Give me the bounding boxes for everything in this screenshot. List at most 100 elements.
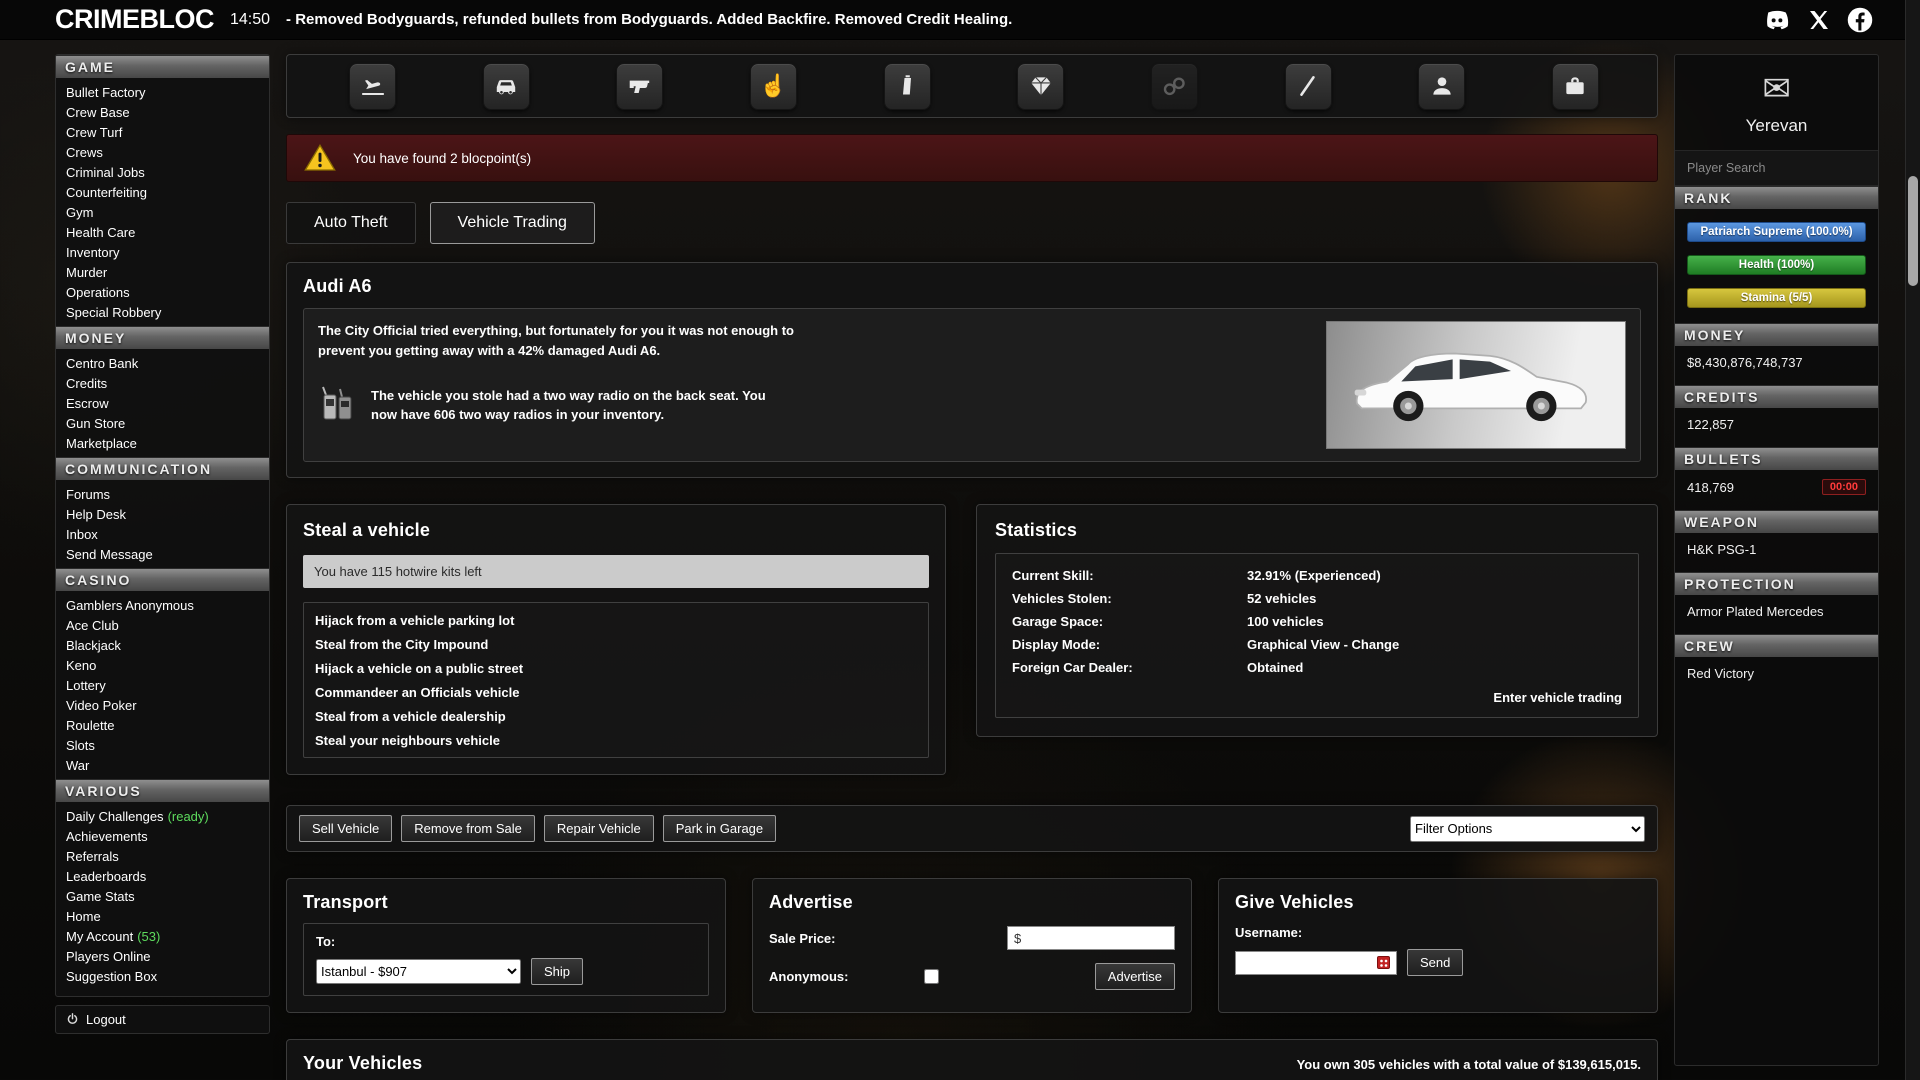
hand-glyph: ☝ (760, 73, 787, 99)
steal-option-link[interactable]: Steal your neighbours vehicle (304, 728, 928, 752)
sidebar-item[interactable]: Lottery (56, 675, 269, 695)
steal-option-link[interactable]: Hijack from a vehicle parking lot (304, 608, 928, 632)
ship-button[interactable]: Ship (531, 958, 583, 985)
sidebar-item[interactable]: Murder (56, 262, 269, 282)
sidebar-item[interactable]: Crew Base (56, 102, 269, 122)
steal-option-link[interactable]: Steal from the City Impound (304, 632, 928, 656)
credits-value: 122,857 (1675, 408, 1878, 447)
travel-icon[interactable] (349, 63, 396, 110)
advertise-button[interactable]: Advertise (1095, 963, 1175, 990)
sidebar-item[interactable]: Keno (56, 655, 269, 675)
tab-auto-theft[interactable]: Auto Theft (286, 202, 416, 244)
sidebar-item[interactable]: Achievements (56, 826, 269, 846)
knife-icon[interactable] (1285, 63, 1332, 110)
give-vehicles-panel: Give Vehicles Username: Send (1218, 878, 1658, 1013)
sidebar-item-label: Referrals (66, 849, 119, 864)
username-lookup-icon[interactable] (1377, 956, 1390, 969)
sidebar-item[interactable]: Counterfeiting (56, 182, 269, 202)
sidebar-item[interactable]: Players Online (56, 946, 269, 966)
destination-select[interactable]: Istanbul - $907 (316, 959, 521, 984)
vehicle-action-button[interactable]: Remove from Sale (401, 815, 535, 842)
sidebar-item[interactable]: Marketplace (56, 433, 269, 453)
sidebar-item[interactable]: Centro Bank (56, 353, 269, 373)
sidebar-item[interactable]: Game Stats (56, 886, 269, 906)
sidebar-item[interactable]: Gamblers Anonymous (56, 595, 269, 615)
sidebar-item[interactable]: Inventory (56, 242, 269, 262)
sidebar-item[interactable]: Gun Store (56, 413, 269, 433)
sidebar-item[interactable]: Forums (56, 484, 269, 504)
sidebar-item[interactable]: Health Care (56, 222, 269, 242)
sidebar-item[interactable]: Help Desk (56, 504, 269, 524)
gun-icon[interactable] (616, 63, 663, 110)
weapon-section-header: WEAPON (1675, 510, 1878, 533)
transport-title: Transport (303, 892, 709, 913)
facebook-icon[interactable] (1846, 6, 1874, 34)
sidebar-item[interactable]: Leaderboards (56, 866, 269, 886)
sidebar-item[interactable]: Ace Club (56, 615, 269, 635)
tab-vehicle-trading[interactable]: Vehicle Trading (430, 202, 595, 244)
x-icon[interactable] (1807, 8, 1831, 32)
sidebar-item[interactable]: Roulette (56, 715, 269, 735)
stolen-car-image (1326, 321, 1626, 449)
sidebar-item[interactable]: Send Message (56, 544, 269, 564)
sidebar-item[interactable]: Referrals (56, 846, 269, 866)
sidebar-item[interactable]: Inbox (56, 524, 269, 544)
stat-value: 52 vehicles (1247, 587, 1316, 610)
ammo-clip-icon[interactable] (884, 63, 931, 110)
vehicle-action-button[interactable]: Park in Garage (663, 815, 776, 842)
sidebar-item[interactable]: Bullet Factory (56, 82, 269, 102)
sidebar-item-label: Roulette (66, 718, 114, 733)
vehicle-action-button[interactable]: Repair Vehicle (544, 815, 654, 842)
sidebar-item[interactable]: Crew Turf (56, 122, 269, 142)
filter-options-select[interactable]: Filter Options (1410, 816, 1645, 842)
sidebar-item-label: Health Care (66, 225, 135, 240)
to-label: To: (316, 934, 696, 949)
sidebar-item-label: Home (66, 909, 101, 924)
sidebar-item[interactable]: War (56, 755, 269, 775)
send-button[interactable]: Send (1407, 949, 1463, 976)
sidebar-item[interactable]: Criminal Jobs (56, 162, 269, 182)
agent-icon[interactable] (1418, 63, 1465, 110)
sale-price-input[interactable] (1025, 931, 1155, 946)
player-search-input[interactable] (1675, 151, 1878, 186)
steal-option-link[interactable]: Steal from a vehicle dealership (304, 704, 928, 728)
sidebar-item-label: Lottery (66, 678, 106, 693)
mail-icon[interactable]: ✉ (1762, 71, 1791, 107)
briefcase-icon[interactable] (1552, 63, 1599, 110)
sidebar-item-label: Centro Bank (66, 356, 138, 371)
username-label: Username: (1235, 925, 1641, 940)
vehicles-icon[interactable] (483, 63, 530, 110)
panels-row: Steal a vehicle You have 115 hotwire kit… (286, 504, 1658, 775)
crimes-hand-icon[interactable]: ☝ (750, 63, 797, 110)
discord-icon[interactable] (1762, 5, 1792, 35)
sidebar-item[interactable]: Slots (56, 735, 269, 755)
steal-option-link[interactable]: Commandeer an Officials vehicle (304, 680, 928, 704)
tab-bar: Auto Theft Vehicle Trading (286, 202, 1658, 244)
sidebar-item[interactable]: Escrow (56, 393, 269, 413)
enter-vehicle-trading-link[interactable]: Enter vehicle trading (1493, 690, 1622, 705)
sidebar-item-label: Gym (66, 205, 93, 220)
sidebar-item[interactable]: Crews (56, 142, 269, 162)
diamond-icon[interactable] (1017, 63, 1064, 110)
logout-button[interactable]: Logout (55, 1005, 270, 1034)
sidebar-item-label: Game Stats (66, 889, 135, 904)
scrollbar-thumb[interactable] (1908, 176, 1918, 286)
sidebar-item[interactable]: Daily Challenges(ready) (56, 806, 269, 826)
sidebar-item-label: Daily Challenges (66, 809, 164, 824)
vehicle-action-button[interactable]: Sell Vehicle (299, 815, 392, 842)
sidebar-item[interactable]: Gym (56, 202, 269, 222)
weapon-value: H&K PSG-1 (1675, 533, 1878, 572)
sidebar-item[interactable]: Blackjack (56, 635, 269, 655)
sidebar-item[interactable]: Suggestion Box (56, 966, 269, 986)
sidebar-item[interactable]: Credits (56, 373, 269, 393)
anonymous-checkbox[interactable] (924, 969, 939, 984)
sidebar-item[interactable]: My Account(53) (56, 926, 269, 946)
sidebar-item[interactable]: Special Robbery (56, 302, 269, 322)
steal-option-link[interactable]: Hijack a vehicle on a public street (304, 656, 928, 680)
protection-value: Armor Plated Mercedes (1675, 595, 1878, 634)
username-input[interactable] (1242, 955, 1360, 970)
sidebar-item[interactable]: Operations (56, 282, 269, 302)
page-scrollbar[interactable] (1905, 0, 1920, 1080)
sidebar-item[interactable]: Home (56, 906, 269, 926)
sidebar-item[interactable]: Video Poker (56, 695, 269, 715)
